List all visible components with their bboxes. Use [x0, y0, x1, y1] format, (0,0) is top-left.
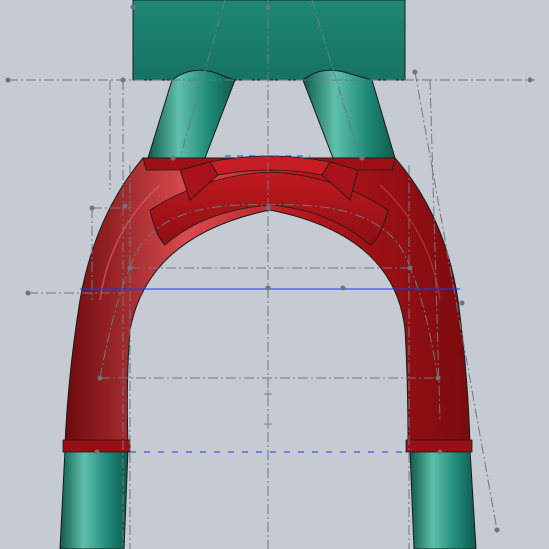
sketch-point-icon: [97, 375, 103, 381]
sketch-point-icon: [265, 205, 271, 211]
sketch-point-icon: [437, 449, 443, 455]
sketch-point-icon: [265, 4, 271, 10]
lower-leg-right[interactable]: [409, 449, 477, 549]
sketch-point-icon: [170, 155, 176, 161]
sketch-point-icon: [127, 265, 133, 271]
sketch-point-icon: [120, 77, 126, 83]
upper-tube-left[interactable]: [147, 69, 236, 159]
sketch-point-icon: [130, 4, 136, 10]
upper-tube-right[interactable]: [302, 69, 396, 159]
lower-leg-left[interactable]: [59, 449, 129, 549]
sketch-point-icon: [359, 155, 365, 161]
sketch-point-icon: [89, 205, 95, 211]
cad-viewport[interactable]: [0, 0, 549, 549]
sketch-point-icon: [5, 77, 11, 83]
sketch-point-icon: [265, 285, 271, 291]
sketch-point-icon: [527, 77, 533, 83]
sketch-point-icon: [407, 265, 413, 271]
sketch-point-icon: [340, 285, 346, 291]
cad-canvas[interactable]: [0, 0, 549, 549]
sketch-point-icon: [25, 290, 31, 296]
upper-tubes[interactable]: [147, 69, 396, 159]
plus-marker-icon: [264, 420, 272, 428]
plus-marker-icon: [264, 390, 272, 398]
sketch-point-icon: [494, 527, 500, 533]
top-block[interactable]: [132, 0, 406, 81]
sketch-point-icon: [94, 449, 100, 455]
sketch-point-icon: [412, 69, 418, 75]
sketch-point-icon: [459, 300, 465, 306]
sketch-point-icon: [122, 203, 128, 209]
sketch-point-icon: [435, 375, 441, 381]
